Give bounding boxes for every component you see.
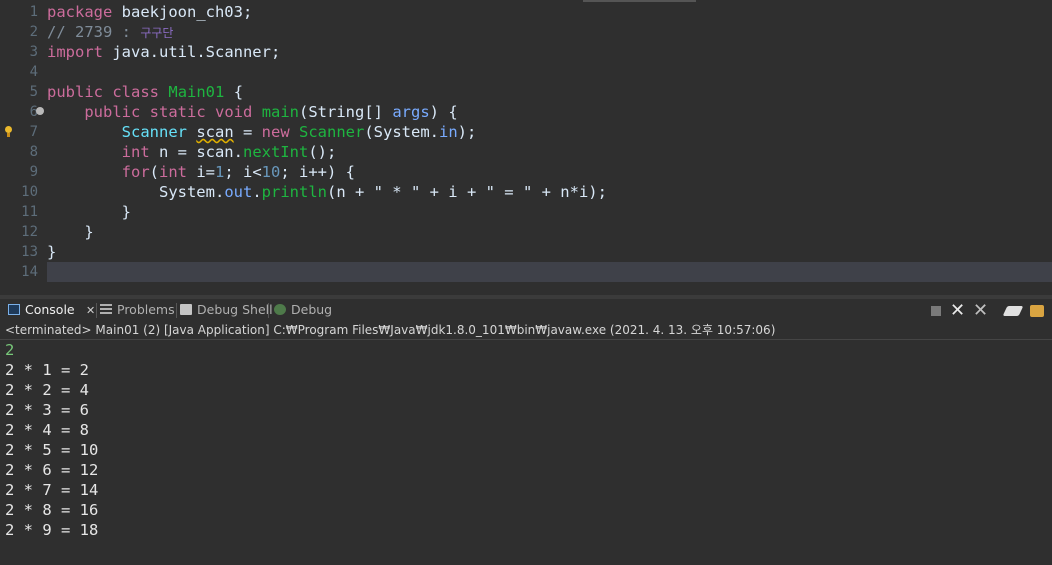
console-output-line: 2 * 6 = 12	[5, 461, 99, 479]
line-number: 12	[21, 224, 38, 240]
console-output-line: 2 * 5 = 10	[5, 441, 99, 459]
line-number: 5	[29, 84, 38, 100]
code-line-10[interactable]: 10 System.out.println(n + " * " + i + " …	[0, 182, 1052, 202]
console-output-line: 2 * 2 = 4	[5, 381, 89, 399]
code-text: }	[84, 223, 94, 241]
code-text: }	[47, 243, 57, 261]
line-number: 6	[29, 104, 38, 120]
console-output-line: 2 * 9 = 18	[5, 521, 99, 539]
code-line-4[interactable]: 4	[0, 62, 1052, 82]
line-number: 9	[29, 164, 38, 180]
code-line-8[interactable]: 8 int n = scan.nextInt();	[0, 142, 1052, 162]
tab-label: Debug Shell	[197, 302, 273, 317]
console-output-line: 2 * 1 = 2	[5, 361, 89, 379]
terminate-button[interactable]	[931, 306, 941, 316]
tab-separator	[268, 303, 269, 318]
code-line-14[interactable]: 14	[0, 262, 1052, 282]
line-number: 8	[29, 144, 38, 160]
console-icon	[8, 304, 20, 315]
line-number: 11	[21, 204, 38, 220]
problems-icon	[100, 304, 112, 315]
code-line-5[interactable]: 5 public class Main01 {	[0, 82, 1052, 102]
tab-separator	[96, 303, 97, 318]
console-status-line: <terminated> Main01 (2) [Java Applicatio…	[0, 321, 1052, 340]
console-output-line: 2 * 7 = 14	[5, 481, 99, 499]
code-line-6[interactable]: 6 public static void main(String[] args)…	[0, 102, 1052, 122]
code-line-13[interactable]: 13 }	[0, 242, 1052, 262]
console-output-line: 2 * 4 = 8	[5, 421, 89, 439]
code-text: import java.util.Scanner;	[47, 43, 281, 61]
remove-all-terminated-button[interactable]: ✕	[973, 302, 988, 320]
code-text: // 2739 : 구구단	[47, 23, 174, 41]
code-line-3[interactable]: 3 import java.util.Scanner;	[0, 42, 1052, 62]
remove-launch-button[interactable]: ✕	[950, 302, 965, 320]
code-text: int n = scan.nextInt();	[121, 143, 337, 161]
code-text: Scanner scan = new Scanner(System.in);	[121, 123, 477, 141]
console-output[interactable]: 2 2 * 1 = 2 2 * 2 = 4 2 * 3 = 6 2 * 4 = …	[0, 340, 1052, 565]
tab-label: Debug	[291, 302, 333, 317]
status-text: <terminated> Main01 (2) [Java Applicatio…	[5, 323, 776, 337]
line-number: 13	[21, 244, 38, 260]
debug-icon	[274, 304, 286, 315]
line-number: 1	[29, 4, 38, 20]
debug-shell-icon	[180, 304, 192, 315]
tab-label: Console	[25, 302, 75, 317]
code-text: public class Main01 {	[47, 83, 244, 101]
tab-label: Problems	[117, 302, 175, 317]
line-number: 10	[21, 184, 38, 200]
code-text: for(int i=1; i<10; i++) {	[121, 163, 355, 181]
code-line-9[interactable]: 9 for(int i=1; i<10; i++) {	[0, 162, 1052, 182]
console-tab-bar: Console ✕ Problems Debug Shell Debug	[0, 299, 1052, 321]
fold-toggle-icon[interactable]	[36, 107, 44, 115]
tab-separator	[176, 303, 177, 318]
tab-console[interactable]: Console ✕	[8, 299, 95, 321]
line-number: 7	[29, 124, 38, 140]
code-line-12[interactable]: 12 }	[0, 222, 1052, 242]
close-icon[interactable]: ✕	[86, 305, 95, 316]
line-number: 3	[29, 44, 38, 60]
code-line-7[interactable]: 7 Scanner scan = new Scanner(System.in);	[0, 122, 1052, 142]
tab-debug[interactable]: Debug	[274, 299, 334, 321]
code-editor[interactable]: 1 package baekjoon_ch03; 2 // 2739 : 구구단…	[0, 0, 1052, 295]
line-number: 4	[29, 64, 38, 80]
code-text: public static void main(String[] args) {	[84, 103, 458, 121]
current-line-highlight	[47, 262, 1052, 282]
tab-debug-shell[interactable]: Debug Shell	[180, 299, 273, 321]
code-text: package baekjoon_ch03;	[47, 3, 253, 21]
line-number: 2	[29, 24, 38, 40]
scroll-lock-icon[interactable]	[1030, 305, 1044, 317]
code-line-11[interactable]: 11 }	[0, 202, 1052, 222]
console-output-line: 2 * 8 = 16	[5, 501, 99, 519]
lightbulb-warning-icon[interactable]	[4, 126, 13, 138]
tab-problems[interactable]: Problems	[100, 299, 175, 321]
code-line-2[interactable]: 2 // 2739 : 구구단	[0, 22, 1052, 42]
line-number: 14	[21, 264, 38, 280]
console-input-line: 2	[5, 341, 15, 359]
code-text: System.out.println(n + " * " + i + " = "…	[158, 183, 607, 201]
code-text: }	[121, 203, 131, 221]
console-output-line: 2 * 3 = 6	[5, 401, 89, 419]
code-line-1[interactable]: 1 package baekjoon_ch03;	[0, 2, 1052, 22]
